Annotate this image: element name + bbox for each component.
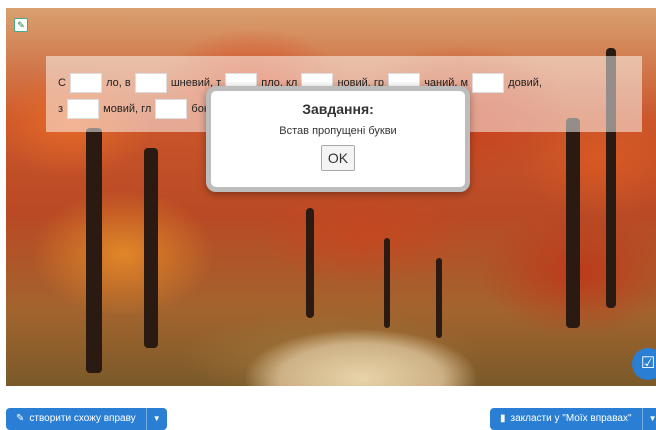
word-part: довий,: [508, 77, 542, 90]
tree-trunk: [384, 238, 390, 328]
tree-trunk: [566, 118, 580, 328]
letter-input[interactable]: [472, 73, 505, 94]
letter-input[interactable]: [70, 73, 103, 94]
task-modal: Завдання: Встав пропущені букви OK: [206, 86, 470, 192]
modal-title: Завдання:: [302, 101, 374, 117]
app-icon[interactable]: ✎: [14, 18, 28, 32]
check-answers-button[interactable]: ☑: [632, 348, 656, 380]
word-part: ло, в: [106, 77, 131, 90]
word-part: мовий, гл: [103, 103, 152, 116]
word-part: з: [58, 103, 64, 116]
modal-instruction: Встав пропущені букви: [279, 125, 397, 137]
ok-button[interactable]: OK: [320, 145, 356, 171]
tree-trunk: [436, 258, 442, 338]
tree-trunk: [144, 148, 158, 348]
tree-trunk: [86, 128, 102, 373]
forest-path: [246, 330, 476, 386]
check-square-icon: ☑: [640, 355, 656, 372]
exercise-stage: ✎ С ло, в шневий, т пло, кл новий, гр ча…: [6, 8, 656, 386]
letter-input[interactable]: [67, 99, 100, 120]
tree-trunk: [306, 208, 314, 318]
letter-input[interactable]: [134, 73, 167, 94]
word-part: С: [58, 77, 66, 90]
letter-input[interactable]: [155, 99, 188, 120]
